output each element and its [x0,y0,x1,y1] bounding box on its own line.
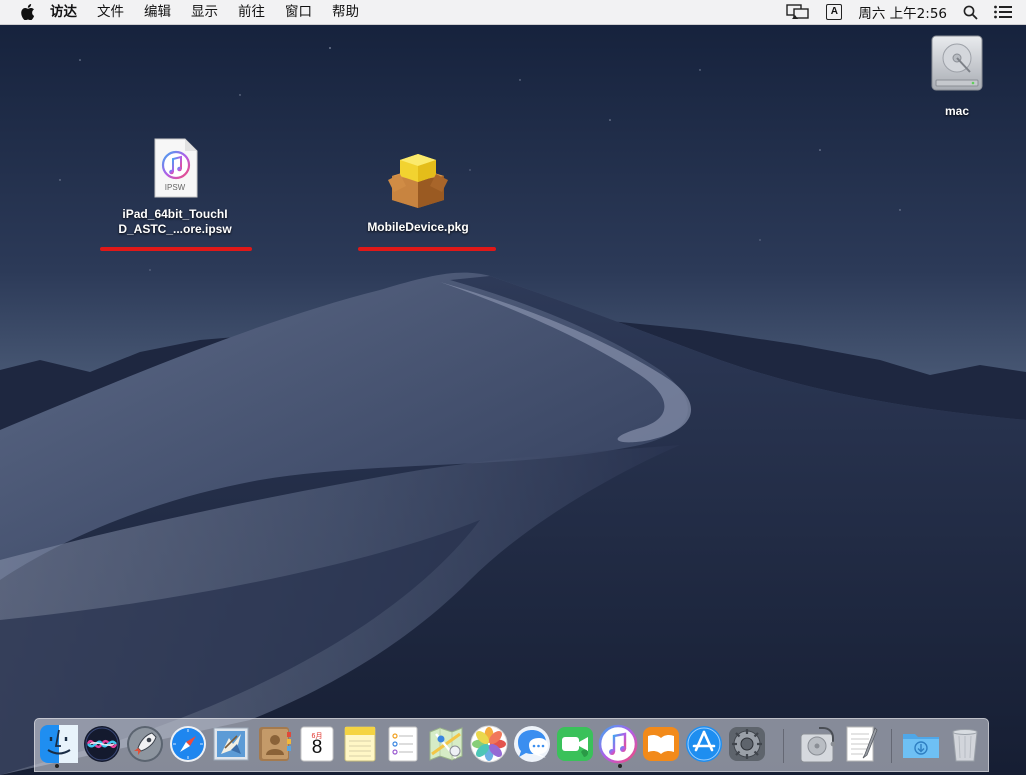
dock-calendar-icon[interactable]: 6月 8 [297,724,337,764]
dock-siri-icon[interactable] [82,724,122,764]
clock[interactable]: 周六 上午2:56 [850,0,955,25]
dock-facetime-icon[interactable] [555,724,595,764]
dock-safari-icon[interactable] [168,724,208,764]
pkg-file-label: MobileDevice.pkg [367,220,469,234]
input-method-indicator: A [826,4,843,20]
menu-view[interactable]: 显示 [181,0,228,25]
menu-file[interactable]: 文件 [87,0,134,25]
dock-photos-icon[interactable] [469,724,509,764]
ipsw-type-label: IPSW [164,183,186,192]
dock-finder-icon[interactable] [39,724,79,764]
dock-maps-icon[interactable] [426,724,466,764]
ipsw-file[interactable]: IPSW iPad_64bit_TouchI D_ASTC_...ore.ips… [100,138,250,237]
dock-contacts-icon[interactable] [254,724,294,764]
notification-center-icon[interactable] [986,0,1026,25]
dock-trash-icon[interactable] [945,724,985,764]
dock-notes-icon[interactable] [340,724,380,764]
dock-downloads-folder-icon[interactable] [901,724,941,764]
spotlight-search-icon[interactable] [955,0,986,25]
menu-bar: 访达 文件 编辑 显示 前往 窗口 帮助 A 周六 上午2:56 [0,0,1026,25]
pkg-file[interactable]: MobileDevice.pkg [350,150,486,235]
menu-window[interactable]: 窗口 [275,0,322,25]
dock-app-store-icon[interactable] [684,724,724,764]
dock-reminders-icon[interactable] [383,724,423,764]
airplay-display-icon[interactable] [778,0,818,25]
ipsw-file-icon: IPSW [151,138,199,198]
pkg-file-icon [386,150,450,210]
dock-separator [891,729,892,763]
pkg-red-underline [358,247,496,251]
dock-finder-running-indicator [55,764,59,768]
calendar-day: 8 [311,737,323,758]
dock-separator [783,729,784,763]
ipsw-file-label: iPad_64bit_TouchI D_ASTC_...ore.ipsw [118,207,232,236]
dock-mail-icon[interactable] [211,724,251,764]
mac-hard-drive[interactable]: mac [922,34,992,119]
dock: 6月 8 [34,718,989,772]
hard-drive-label: mac [944,104,970,118]
dock-system-preferences-icon[interactable] [727,724,767,764]
menu-help[interactable]: 帮助 [322,0,369,25]
input-method-menu[interactable]: A [818,0,850,25]
hard-drive-icon [928,34,986,92]
desktop-wallpaper [0,0,1026,775]
dock-books-icon[interactable] [641,724,681,764]
apple-menu-icon[interactable] [16,0,40,25]
ipsw-red-underline [100,247,252,251]
menu-go[interactable]: 前往 [228,0,275,25]
dock-textedit-icon[interactable] [841,724,881,764]
dock-disk-utility-icon[interactable] [797,724,837,764]
menu-edit[interactable]: 编辑 [134,0,181,25]
dock-messages-icon[interactable] [512,724,552,764]
dock-itunes-running-indicator [618,764,622,768]
finder-app-menu[interactable]: 访达 [40,0,87,25]
dock-itunes-icon[interactable] [598,724,638,764]
dock-launchpad-icon[interactable] [125,724,165,764]
